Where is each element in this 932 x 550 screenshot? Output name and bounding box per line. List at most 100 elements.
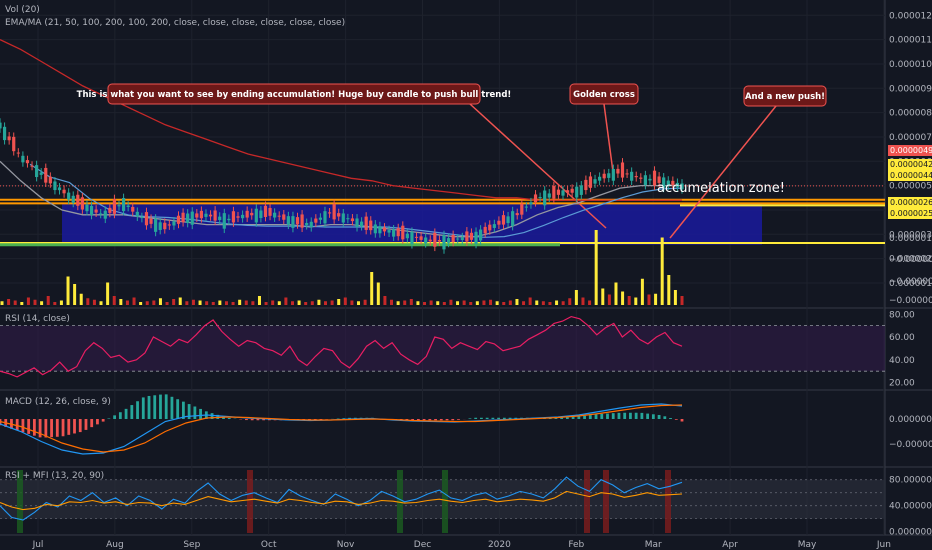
volume-bar <box>634 297 638 305</box>
candle-body <box>639 177 643 179</box>
volume-bar <box>211 302 215 305</box>
volume-bar <box>502 302 506 305</box>
volume-bar <box>522 301 526 305</box>
volume-bar <box>601 288 605 305</box>
volume-bar <box>271 300 275 305</box>
candle-body <box>126 205 130 207</box>
candle-body <box>593 179 597 184</box>
volume-bar <box>112 296 116 305</box>
rsi-tick-label: 60.00 <box>889 333 915 343</box>
macd-histogram-bar <box>38 419 42 438</box>
volume-bar <box>621 291 625 305</box>
volume-bar <box>224 301 228 305</box>
volume-bar <box>231 302 235 305</box>
candle-body <box>131 206 135 212</box>
signal-highlight <box>247 470 253 533</box>
volume-bar <box>238 299 242 305</box>
volume-bar <box>588 300 592 305</box>
volume-bar <box>561 301 565 305</box>
volume-bar <box>660 237 664 305</box>
x-tick-label: Dec <box>414 540 431 550</box>
candle-body <box>625 173 629 175</box>
macd-histogram-bar <box>118 412 122 419</box>
candle-body <box>158 222 162 230</box>
signal-highlight <box>442 470 448 533</box>
svg-text:0.00000257: 0.00000257 <box>890 209 932 218</box>
macd-histogram-bar <box>27 419 31 434</box>
candle-body <box>2 126 7 141</box>
volume-bar <box>323 301 327 305</box>
volume-bar <box>667 275 671 305</box>
macd-histogram-bar <box>245 419 248 421</box>
candle-body <box>634 176 638 178</box>
volume-bar <box>158 298 162 305</box>
macd-histogram-bar <box>623 412 627 419</box>
volume-bar <box>244 300 248 305</box>
candle-body <box>76 194 80 206</box>
candle-body <box>268 208 272 216</box>
macd-histogram-bar <box>594 414 598 419</box>
macd-histogram-bar <box>176 399 180 419</box>
zone-label: accumelation zone! <box>657 181 785 196</box>
volume-bar <box>257 296 261 305</box>
macd-histogram-bar <box>571 416 575 419</box>
volume-bar <box>423 302 427 305</box>
macd-histogram-bar <box>634 412 638 419</box>
price-tick-label: 0.00001200 <box>889 11 932 21</box>
candle-body <box>620 162 625 178</box>
volume-bar <box>548 302 552 305</box>
volume-bar <box>125 300 129 305</box>
candle-body <box>565 190 570 193</box>
candle-body <box>314 218 318 223</box>
volume-bar <box>390 299 394 305</box>
macd-histogram-bar <box>422 419 426 421</box>
volume-tick-label: 0.00000100 <box>889 234 932 244</box>
candle-body <box>309 221 313 228</box>
candle-body <box>300 214 304 228</box>
volume-bar <box>330 300 334 305</box>
candle-body <box>39 172 43 175</box>
candle-body <box>117 205 121 207</box>
trading-chart[interactable]: Jul Aug Sep Oct Nov Dec 2020 Feb Mar Apr May Jun 0.0… <box>0 0 932 550</box>
x-tick-label: Nov <box>337 540 355 550</box>
candle-body <box>222 213 226 229</box>
volume-bar <box>92 299 96 305</box>
volume-bar <box>218 300 222 305</box>
price-tag-orange1: 0.00000427 <box>888 159 932 170</box>
candle-body <box>186 213 190 223</box>
candle-body <box>529 202 533 205</box>
volume-bar <box>515 299 519 305</box>
candle-body <box>401 225 405 240</box>
candle-body <box>547 193 551 198</box>
candle-body <box>250 212 254 216</box>
volume-bar <box>198 300 202 305</box>
candle-body <box>414 236 419 238</box>
candle-body <box>227 218 231 221</box>
macd-tick-label: −0.00000050 <box>889 440 932 450</box>
annotation-accumulation[interactable]: This is what you want to see by ending a… <box>77 83 512 105</box>
macd-histogram-bar <box>606 413 609 419</box>
annotation-golden-cross[interactable]: Golden cross <box>569 83 639 105</box>
candle-body <box>382 227 387 232</box>
x-tick-label: May <box>798 540 817 550</box>
candle-body <box>424 237 428 244</box>
volume-bar <box>574 290 578 305</box>
volume-bar <box>535 300 539 305</box>
candle-body <box>643 175 647 185</box>
macd-histogram-bar <box>256 419 260 421</box>
candle-body <box>327 212 332 214</box>
candle-body <box>533 194 538 203</box>
macd-histogram-bar <box>651 414 655 419</box>
candle-body <box>112 199 117 214</box>
candle-body <box>396 228 400 237</box>
candle-body <box>121 198 126 212</box>
macd-histogram-bar <box>50 419 53 438</box>
volume-bar <box>337 299 341 305</box>
volume-bar <box>541 301 545 305</box>
candle-body <box>204 213 208 217</box>
x-tick-label: Feb <box>568 540 584 550</box>
candle-body <box>350 218 355 222</box>
candle-body <box>94 209 98 213</box>
annotation-new-push[interactable]: And a new push! <box>743 85 827 107</box>
candle-body <box>387 230 391 233</box>
